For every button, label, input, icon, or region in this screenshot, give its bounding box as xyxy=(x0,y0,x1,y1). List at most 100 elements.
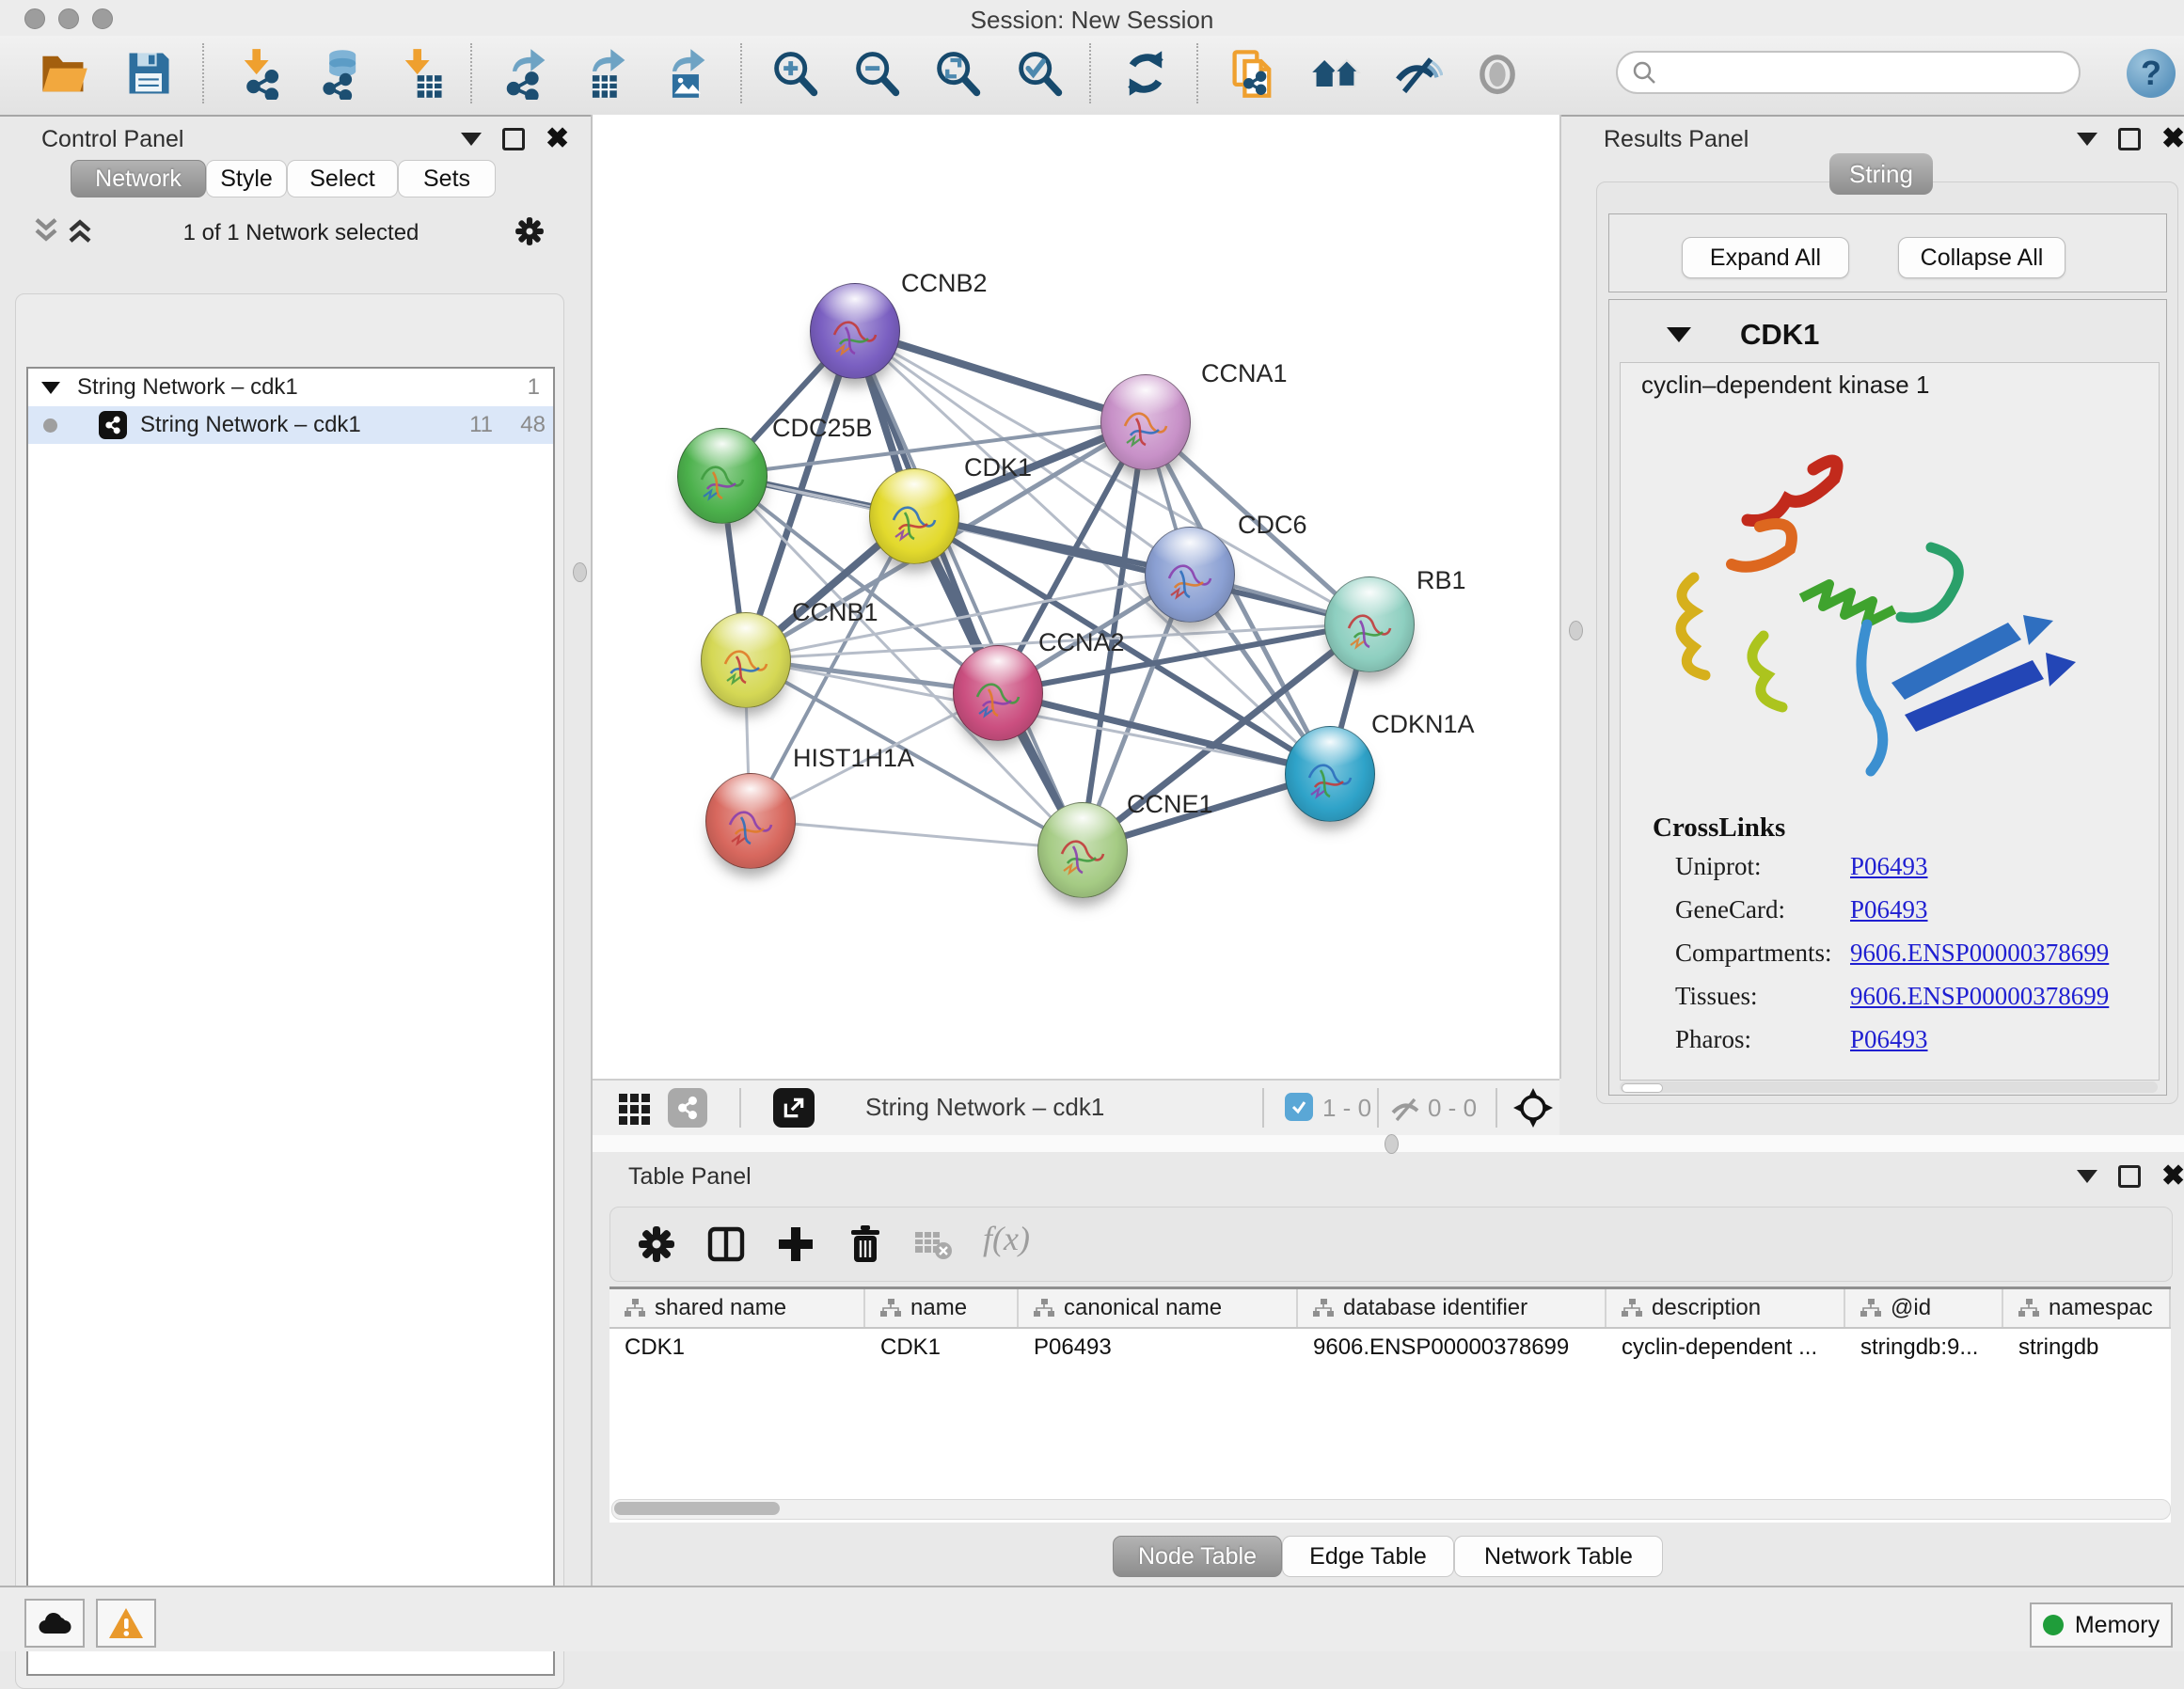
panel-menu-icon[interactable] xyxy=(2077,133,2097,146)
crosslink-link[interactable]: P06493 xyxy=(1850,895,1928,923)
network-node-CCNA2[interactable] xyxy=(953,645,1043,741)
memory-button[interactable]: Memory xyxy=(2030,1602,2173,1648)
tab-node-table[interactable]: Node Table xyxy=(1113,1536,1282,1577)
expand-all-networks-button[interactable] xyxy=(66,216,94,249)
crosslink-link[interactable]: P06493 xyxy=(1850,1025,1928,1053)
delete-column-button[interactable] xyxy=(844,1223,887,1271)
results-hscrollbar-handle[interactable] xyxy=(1622,1083,1663,1093)
tab-network[interactable]: Network xyxy=(71,160,206,197)
expand-all-button[interactable]: Expand All xyxy=(1682,237,1849,278)
network-node-CCNA1[interactable] xyxy=(1100,374,1191,470)
panel-float-icon[interactable] xyxy=(2118,128,2141,150)
column-header--id[interactable]: @id xyxy=(1845,1289,2003,1327)
show-columns-button[interactable] xyxy=(704,1223,748,1271)
search-input[interactable] xyxy=(1657,58,2056,87)
splitter-handle[interactable] xyxy=(1385,1134,1399,1154)
network-node-RB1[interactable] xyxy=(1324,576,1415,672)
network-node-CDK1[interactable] xyxy=(869,468,959,564)
network-row-selected[interactable]: String Network – cdk1 11 48 xyxy=(28,406,553,444)
network-options-gear-button[interactable] xyxy=(513,214,546,253)
network-node-HIST1H1A[interactable] xyxy=(705,773,796,869)
export-image-button[interactable] xyxy=(660,47,713,100)
column-header-name[interactable]: name xyxy=(865,1289,1019,1327)
entry-collapse-icon[interactable] xyxy=(1667,327,1691,342)
help-button[interactable]: ? xyxy=(2127,49,2176,98)
panel-float-icon[interactable] xyxy=(2118,1165,2141,1188)
add-column-button[interactable] xyxy=(774,1223,817,1271)
tab-string[interactable]: String xyxy=(1829,153,1933,195)
tab-edge-table[interactable]: Edge Table xyxy=(1282,1536,1454,1577)
panel-close-icon[interactable]: ✖ xyxy=(2161,1167,2184,1186)
zoom-fit-button[interactable] xyxy=(931,47,984,100)
panel-menu-icon[interactable] xyxy=(461,133,482,146)
cloud-status-button[interactable] xyxy=(24,1599,85,1648)
table-hscrollbar-handle[interactable] xyxy=(614,1502,780,1515)
crosslink-link[interactable]: 9606.ENSP00000378699 xyxy=(1850,939,2109,967)
table-cell[interactable]: cyclin-dependent ... xyxy=(1606,1334,1845,1361)
tab-style[interactable]: Style xyxy=(206,160,287,197)
clone-network-button[interactable] xyxy=(1227,47,1279,100)
warnings-button[interactable] xyxy=(96,1599,156,1648)
import-network-from-database-button[interactable] xyxy=(314,47,367,100)
network-canvas[interactable]: CCNB2CCNA1CDC25BCDK1CDC6RB1CCNB1CCNA2CDK… xyxy=(593,115,1561,1079)
panel-close-icon[interactable]: ✖ xyxy=(2161,130,2184,149)
show-all-button[interactable] xyxy=(1471,47,1524,100)
results-hscrollbar[interactable] xyxy=(1620,1081,2158,1093)
network-node-label-CDK1: CDK1 xyxy=(964,453,1032,482)
column-header-namespac[interactable]: namespac xyxy=(2003,1289,2171,1327)
crosslink-link[interactable]: P06493 xyxy=(1850,852,1928,880)
delete-table-button-disabled[interactable] xyxy=(913,1228,953,1267)
collapse-all-button[interactable]: Collapse All xyxy=(1898,237,2065,278)
tab-sets[interactable]: Sets xyxy=(398,160,496,197)
tab-network-table[interactable]: Network Table xyxy=(1454,1536,1663,1577)
table-cell[interactable]: CDK1 xyxy=(609,1334,865,1361)
grid-view-button[interactable] xyxy=(615,1088,655,1132)
first-neighbors-button[interactable] xyxy=(1309,47,1362,100)
table-cell[interactable]: P06493 xyxy=(1019,1334,1298,1361)
table-settings-gear-button[interactable] xyxy=(635,1223,678,1271)
panel-close-icon[interactable]: ✖ xyxy=(546,130,569,149)
fit-selected-crosshair-button[interactable] xyxy=(1512,1087,1554,1133)
import-network-button[interactable] xyxy=(234,47,287,100)
zoom-selected-button[interactable] xyxy=(1013,47,1066,100)
table-cell[interactable]: CDK1 xyxy=(865,1334,1019,1361)
import-table-button[interactable] xyxy=(395,47,448,100)
column-header-description[interactable]: description xyxy=(1606,1289,1845,1327)
zoom-out-button[interactable] xyxy=(850,47,903,100)
network-node-CDKN1A[interactable] xyxy=(1285,726,1375,822)
network-collection-row[interactable]: String Network – cdk1 1 xyxy=(28,369,553,406)
network-edge-HIST1H1A-CCNE1[interactable] xyxy=(750,820,1082,849)
export-network-button[interactable] xyxy=(500,47,553,100)
open-session-button[interactable] xyxy=(38,47,90,100)
horizontal-splitter[interactable] xyxy=(593,1135,2184,1152)
network-node-CCNE1[interactable] xyxy=(1037,802,1128,898)
table-cell[interactable]: stringdb xyxy=(2003,1334,2171,1361)
network-view-mode-button[interactable] xyxy=(668,1088,707,1128)
table-hscrollbar[interactable] xyxy=(611,1499,2171,1520)
left-splitter-handle[interactable] xyxy=(573,562,587,582)
tree-expander-icon[interactable] xyxy=(41,382,60,394)
network-node-CDC6[interactable] xyxy=(1145,527,1235,623)
birdseye-view-button[interactable] xyxy=(773,1088,815,1128)
tab-select[interactable]: Select xyxy=(287,160,398,197)
table-row[interactable]: CDK1CDK1P064939606.ENSP00000378699cyclin… xyxy=(609,1329,2171,1366)
function-builder-button-disabled[interactable]: f(x) xyxy=(983,1219,1030,1258)
column-header-database-identifier[interactable]: database identifier xyxy=(1298,1289,1606,1327)
panel-menu-icon[interactable] xyxy=(2077,1170,2097,1183)
network-node-CDC25B[interactable] xyxy=(677,428,768,524)
network-node-CCNB2[interactable] xyxy=(810,283,900,379)
network-node-CCNB1[interactable] xyxy=(701,612,791,708)
save-session-button[interactable] xyxy=(122,47,175,100)
column-header-canonical-name[interactable]: canonical name xyxy=(1019,1289,1298,1327)
apply-layout-button[interactable] xyxy=(1119,47,1172,100)
collapse-all-networks-button[interactable] xyxy=(32,216,60,249)
selected-count-checkbox[interactable] xyxy=(1285,1093,1313,1121)
table-cell[interactable]: 9606.ENSP00000378699 xyxy=(1298,1334,1606,1361)
panel-float-icon[interactable] xyxy=(502,128,525,150)
table-cell[interactable]: stringdb:9... xyxy=(1845,1334,2003,1361)
export-table-button[interactable] xyxy=(580,47,633,100)
zoom-in-button[interactable] xyxy=(768,47,821,100)
column-header-shared-name[interactable]: shared name xyxy=(609,1289,865,1327)
hide-selected-button[interactable] xyxy=(1390,47,1443,100)
crosslink-link[interactable]: 9606.ENSP00000378699 xyxy=(1850,982,2109,1010)
